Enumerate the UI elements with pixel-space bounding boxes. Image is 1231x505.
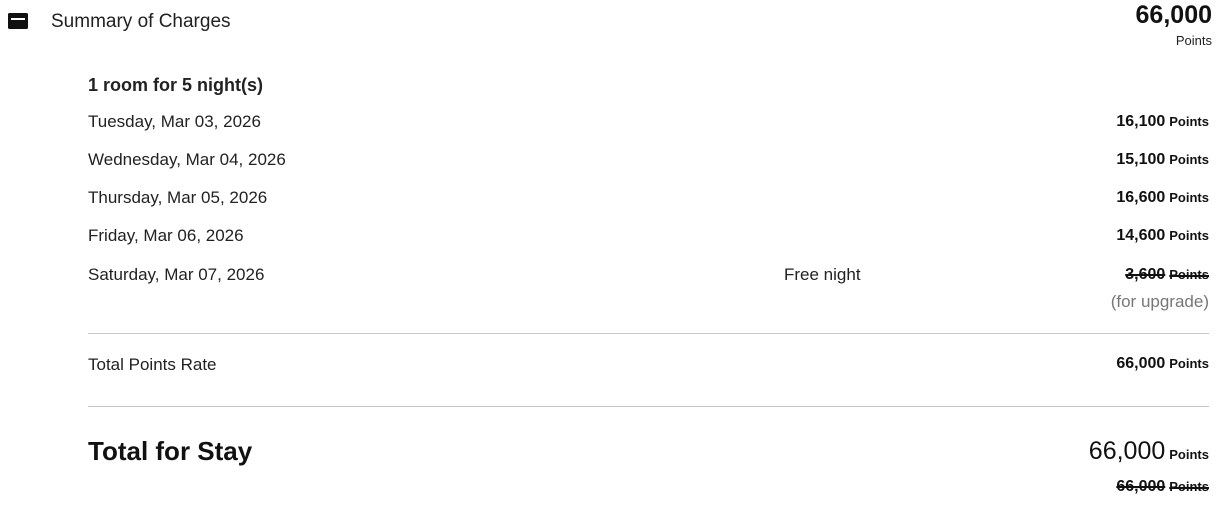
night-date: Friday, Mar 06, 2026	[88, 226, 244, 245]
night-points-struck: 3,600 Points	[1125, 263, 1209, 287]
points-value: 66,000	[1116, 478, 1166, 495]
points-unit: Points	[1169, 267, 1209, 282]
rooms-heading: 1 room for 5 night(s)	[88, 75, 263, 95]
points-unit: Points	[1169, 356, 1209, 371]
points-value: 66,000	[1088, 437, 1166, 465]
night-points: 15,100 Points	[1116, 148, 1209, 172]
divider	[88, 333, 1209, 334]
points-unit: Points	[1169, 190, 1209, 205]
total-for-stay-label: Total for Stay	[88, 436, 253, 466]
total-for-stay-value: 66,000 Points	[1089, 434, 1209, 472]
night-date: Tuesday, Mar 03, 2026	[88, 112, 261, 131]
night-date: Wednesday, Mar 04, 2026	[88, 150, 286, 169]
night-row: Friday, Mar 06, 2026 14,600 Points	[88, 224, 1209, 248]
night-points: 16,600 Points	[1116, 186, 1209, 210]
points-unit: Points	[1169, 228, 1209, 243]
points-value: 15,100	[1116, 151, 1166, 168]
points-unit: Points	[1169, 152, 1209, 167]
points-unit: Points	[1169, 114, 1209, 129]
points-value: 16,600	[1116, 189, 1166, 206]
points-value: 3,600	[1125, 266, 1166, 283]
summary-of-charges-panel: Summary of Charges 66,000 Points 1 room …	[0, 0, 1231, 505]
night-date: Saturday, Mar 07, 2026	[88, 265, 265, 284]
night-row: Saturday, Mar 07, 2026 Free night 3,600 P…	[88, 263, 1209, 287]
points-unit: Points	[1169, 447, 1209, 462]
points-unit: Points	[1169, 479, 1209, 494]
night-date: Thursday, Mar 05, 2026	[88, 188, 268, 207]
night-row: Tuesday, Mar 03, 2026 16,100 Points	[88, 110, 1209, 134]
night-row: Wednesday, Mar 04, 2026 15,100 Points	[88, 148, 1209, 172]
night-row: Thursday, Mar 05, 2026 16,600 Points	[88, 186, 1209, 210]
total-for-stay-original: 66,000 Points	[1116, 476, 1209, 498]
section-title: Summary of Charges	[51, 11, 231, 32]
night-points: 16,100 Points	[1116, 110, 1209, 134]
points-rate-label: Total Points Rate	[88, 355, 217, 374]
divider	[88, 406, 1209, 407]
header-total: 66,000 Points	[1136, 0, 1212, 48]
points-rate-value: 66,000 Points	[1116, 353, 1209, 375]
header-total-points: 66,000	[1135, 1, 1212, 29]
night-points: 14,600 Points	[1116, 224, 1209, 248]
points-value: 66,000	[1116, 355, 1166, 372]
free-night-label: Free night	[784, 265, 861, 284]
points-value: 16,100	[1116, 113, 1166, 130]
points-value: 14,600	[1116, 227, 1166, 244]
header-total-unit: Points	[1175, 33, 1212, 48]
card-icon	[7, 12, 29, 30]
upgrade-note: (for upgrade)	[1110, 292, 1209, 311]
